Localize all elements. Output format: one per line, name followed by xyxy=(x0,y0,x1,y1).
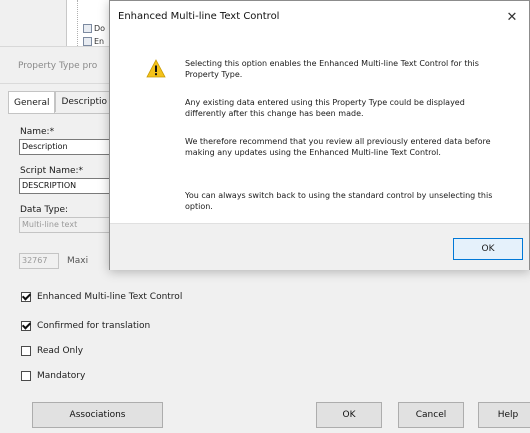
name-label: Name:* xyxy=(20,127,55,137)
tab-description[interactable]: Descriptio xyxy=(55,91,114,112)
checkbox-mandatory[interactable]: Mandatory xyxy=(21,369,85,383)
checkbox-box[interactable] xyxy=(21,371,31,381)
max-length-field: 32767 xyxy=(19,253,59,269)
checkbox-box[interactable] xyxy=(21,292,31,302)
dialog-message: Any existing data entered using this Pro… xyxy=(185,98,465,118)
document-icon xyxy=(83,36,92,46)
checkbox-box[interactable] xyxy=(21,321,31,331)
divider xyxy=(0,83,110,84)
dialog-message: You can always switch back to using the … xyxy=(185,191,493,211)
tab-strip: General Descriptio xyxy=(8,91,114,113)
tree-item-label: En xyxy=(94,36,105,46)
checkbox-confirmed-for-translation[interactable]: Confirmed for translation xyxy=(21,319,150,333)
close-icon[interactable]: ✕ xyxy=(503,8,521,26)
dialog-body: Selecting this option enables the Enhanc… xyxy=(110,37,529,223)
script-name-field[interactable]: DESCRIPTION xyxy=(19,178,111,194)
warning-icon xyxy=(146,59,166,78)
max-length-label: Maxi xyxy=(67,256,89,266)
cancel-button[interactable]: Cancel xyxy=(398,402,464,428)
ok-button[interactable]: OK xyxy=(316,402,382,428)
checkbox-label: Enhanced Multi-line Text Control xyxy=(37,292,183,302)
enhanced-multiline-dialog: Enhanced Multi-line Text Control ✕ Selec… xyxy=(109,0,530,270)
dialog-message: Selecting this option enables the Enhanc… xyxy=(185,59,479,79)
dialog-footer: OK xyxy=(110,223,529,270)
window-title: Property Type pro xyxy=(18,61,98,71)
tree-item-label: Do xyxy=(94,23,106,33)
dialog-title: Enhanced Multi-line Text Control xyxy=(118,11,280,22)
dialog-message: We therefore recommend that you review a… xyxy=(185,137,491,157)
checkbox-read-only[interactable]: Read Only xyxy=(21,344,83,358)
help-button[interactable]: Help xyxy=(478,402,530,428)
checkbox-label: Mandatory xyxy=(37,371,86,381)
divider xyxy=(8,113,118,114)
script-name-label: Script Name:* xyxy=(20,166,84,176)
tree-item[interactable]: Do xyxy=(83,22,105,34)
dialog-ok-button[interactable]: OK xyxy=(453,238,523,260)
name-field[interactable]: Description xyxy=(19,139,111,155)
checkbox-box[interactable] xyxy=(21,346,31,356)
document-icon xyxy=(83,23,92,33)
tab-general[interactable]: General xyxy=(8,91,56,113)
data-type-field: Multi-line text xyxy=(19,217,111,233)
checkbox-label: Read Only xyxy=(37,346,84,356)
checkbox-enhanced-multiline[interactable]: Enhanced Multi-line Text Control xyxy=(21,290,182,304)
associations-button[interactable]: Associations xyxy=(32,402,163,428)
checkbox-label: Confirmed for translation xyxy=(37,321,151,331)
data-type-label: Data Type: xyxy=(20,205,69,215)
